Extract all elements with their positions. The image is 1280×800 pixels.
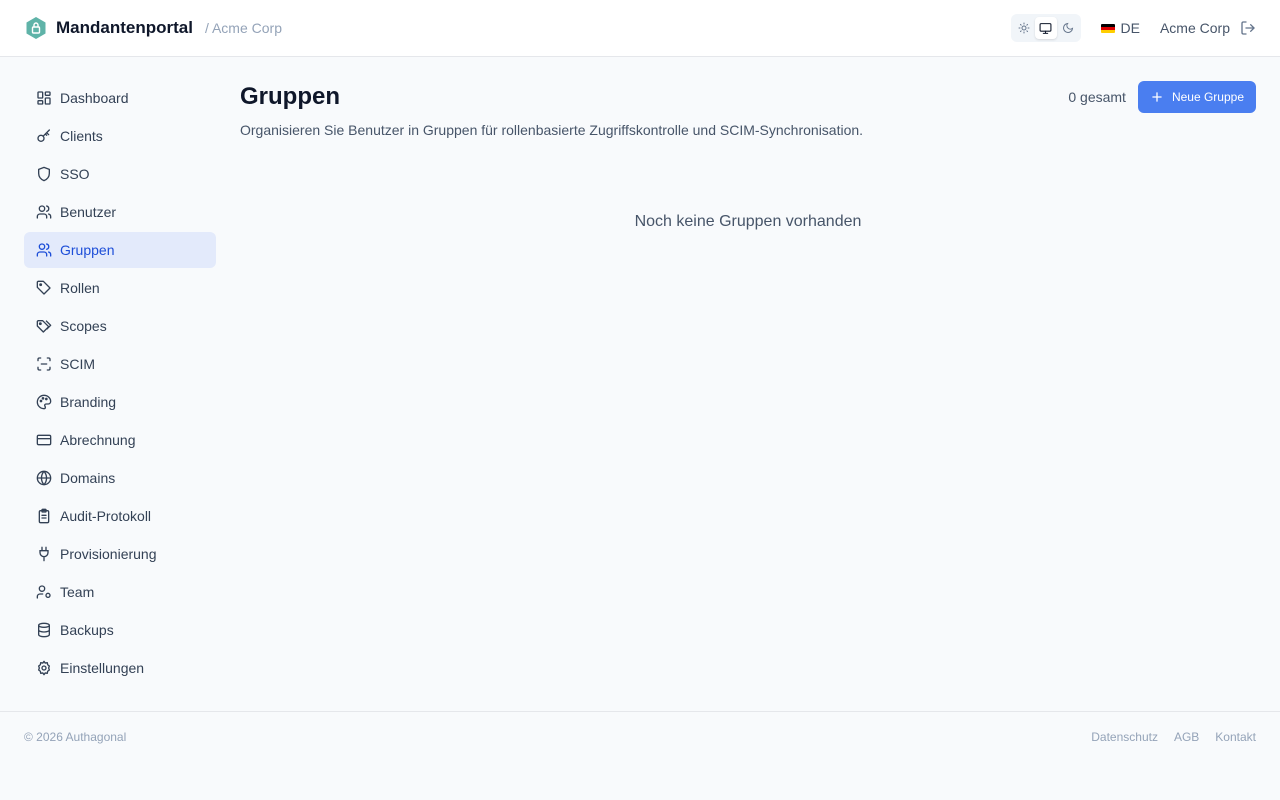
sidebar-item-scim[interactable]: SCIM — [24, 346, 216, 382]
sidebar-item-label: Abrechnung — [60, 432, 136, 448]
sidebar-item-label: Benutzer — [60, 204, 117, 220]
sidebar-item-abrechnung[interactable]: Abrechnung — [24, 422, 216, 458]
logo-icon — [26, 17, 46, 39]
sidebar-item-domains[interactable]: Domains — [24, 460, 216, 496]
sidebar-item-provisionierung[interactable]: Provisionierung — [24, 536, 216, 572]
new-group-button[interactable]: Neue Gruppe — [1137, 81, 1256, 113]
light-theme-button[interactable] — [1013, 17, 1035, 39]
german-flag-icon — [1100, 23, 1115, 33]
logout-icon — [1241, 21, 1255, 35]
tenant-breadcrumb: / Acme Corp — [204, 20, 282, 36]
dashboard-icon — [37, 91, 51, 105]
globe-icon — [36, 470, 52, 486]
dark-theme-button[interactable] — [1057, 17, 1079, 39]
tag-icon — [36, 280, 51, 295]
key-icon — [37, 129, 50, 142]
sidebar-item-gruppen[interactable]: Gruppen — [24, 232, 216, 268]
moon-icon — [1062, 22, 1073, 33]
monitor-icon — [1039, 22, 1052, 34]
plug-icon — [39, 546, 49, 562]
users-icon — [36, 205, 52, 219]
clipboard-icon — [38, 508, 50, 524]
sidebar-item-sso[interactable]: SSO — [24, 156, 216, 192]
sidebar-item-benutzer[interactable]: Benutzer — [24, 194, 216, 230]
palette-icon — [36, 394, 52, 410]
sidebar-item-clients[interactable]: Clients — [24, 118, 216, 154]
sidebar-item-label: Domains — [60, 470, 116, 486]
scan-icon — [37, 357, 51, 371]
sidebar-item-label: Dashboard — [60, 90, 129, 106]
sidebar-item-dashboard[interactable]: Dashboard — [24, 80, 216, 116]
language-switcher[interactable]: DE — [1100, 20, 1140, 36]
top-header: Mandantenportal / Acme Corp DE Acme Corp — [0, 0, 1280, 57]
sidebar-item-label: Team — [60, 584, 95, 600]
sidebar-item-label: Branding — [60, 394, 117, 410]
user-cog-icon — [36, 585, 51, 599]
system-theme-button[interactable] — [1034, 17, 1057, 39]
sidebar-item-backups[interactable]: Backups — [24, 612, 216, 648]
main-content: Gruppen 0 gesamt Neue Gruppe Organisiere… — [240, 80, 1256, 231]
new-group-label: Neue Gruppe — [1171, 90, 1244, 104]
sidebar-item-label: Backups — [60, 622, 114, 638]
footer-link-datenschutz[interactable]: Datenschutz — [1091, 730, 1158, 744]
sidebar-item-label: Einstellungen — [60, 660, 145, 676]
sidebar-item-label: SSO — [60, 166, 90, 182]
footer-link-agb[interactable]: AGB — [1174, 730, 1199, 744]
footer-link-kontakt[interactable]: Kontakt — [1215, 730, 1256, 744]
sidebar-item-team[interactable]: Team — [24, 574, 216, 610]
page-title: Gruppen — [240, 83, 340, 110]
sidebar-item-label: Provisionierung — [60, 546, 157, 562]
sun-icon — [1018, 22, 1030, 34]
language-label: DE — [1120, 20, 1140, 36]
footer: © 2026 Authagonal Datenschutz AGB Kontak… — [0, 711, 1280, 761]
brand[interactable]: Mandantenportal — [24, 16, 193, 40]
gear-icon — [38, 660, 50, 676]
group-count: 0 gesamt — [1068, 89, 1126, 105]
app-title: Mandantenportal — [56, 18, 193, 37]
sidebar-item-label: Rollen — [60, 280, 100, 296]
plus-icon — [1152, 92, 1162, 102]
sidebar-item-label: Audit-Protokoll — [60, 508, 152, 524]
user-name[interactable]: Acme Corp — [1160, 20, 1230, 36]
sidebar-item-einstellungen[interactable]: Einstellungen — [24, 650, 216, 686]
users-icon — [36, 243, 52, 257]
empty-state-message: Noch keine Gruppen vorhanden — [634, 213, 862, 230]
sidebar-item-label: Scopes — [60, 318, 107, 334]
tags-icon — [36, 320, 52, 333]
sidebar-item-rollen[interactable]: Rollen — [24, 270, 216, 306]
database-icon — [38, 622, 50, 638]
sidebar-item-scopes[interactable]: Scopes — [24, 308, 216, 344]
sidebar-item-label: Clients — [60, 128, 103, 144]
shield-icon — [38, 166, 50, 182]
logout-button[interactable] — [1240, 20, 1256, 36]
copyright: © 2026 Authagonal — [24, 729, 127, 744]
sidebar-item-audit-protokoll[interactable]: Audit-Protokoll — [24, 498, 216, 534]
credit-card-icon — [36, 434, 52, 446]
theme-toggle — [1010, 14, 1081, 42]
sidebar-item-branding[interactable]: Branding — [24, 384, 216, 420]
sidebar-item-label: Gruppen — [60, 242, 115, 258]
page-subtitle: Organisieren Sie Benutzer in Gruppen für… — [240, 122, 864, 138]
sidebar-item-label: SCIM — [60, 356, 95, 372]
sidebar-nav: Dashboard Clients SSO Benutzer Gruppen R… — [24, 80, 216, 688]
